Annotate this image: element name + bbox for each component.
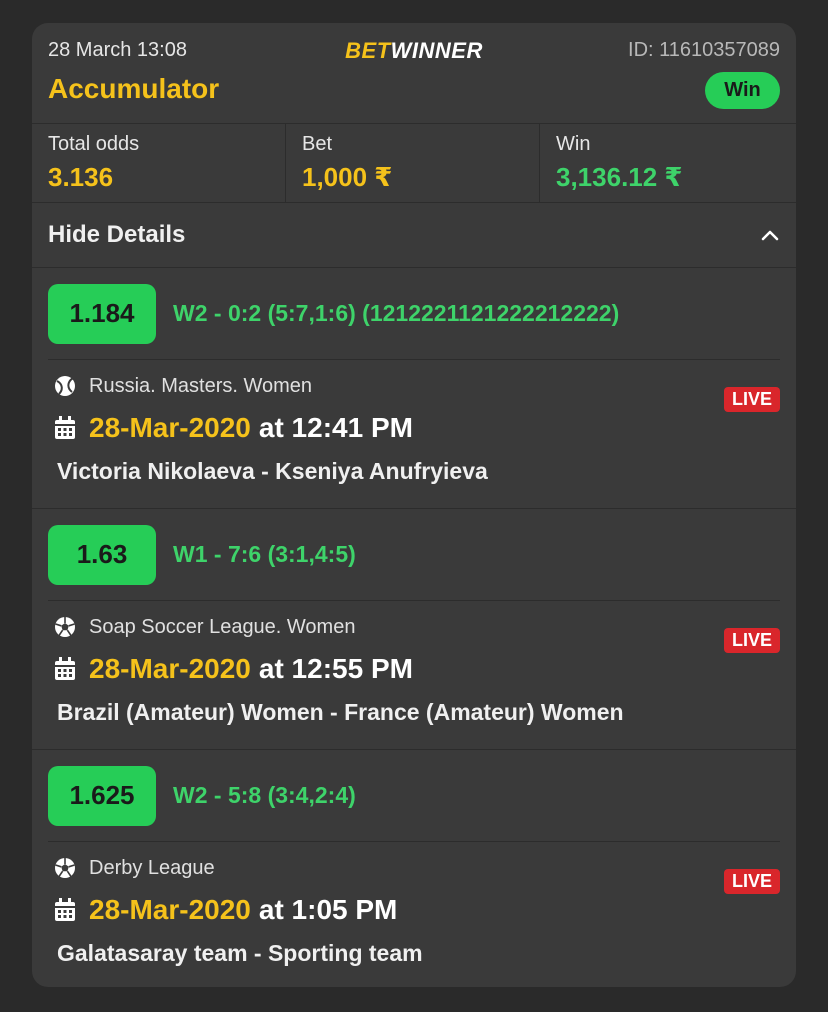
event-date: 28-Mar-2020 [89,894,251,925]
event-time: at 12:55 PM [258,653,413,684]
live-badge: LIVE [723,869,780,894]
event-item: 1.184 W2 - 0:2 (5:7,1:6) (12122211212222… [32,268,796,509]
odds-row: 1.63 W1 - 7:6 (3:1,4:5) [48,509,780,601]
event-item: 1.63 W1 - 7:6 (3:1,4:5) Soap Soccer Leag… [32,509,796,750]
hide-details-label: Hide Details [48,221,186,248]
logo-bet-text: BET [345,38,391,63]
live-badge: LIVE [723,628,780,653]
league-name: Soap Soccer League. Women [89,615,356,638]
live-badge: LIVE [723,387,780,412]
bet-type: Accumulator [48,73,220,104]
league-row: Derby League [54,856,780,880]
league-name: Russia. Masters. Women [89,374,313,397]
teams-text: Brazil (Amateur) Women - France (Amateur… [57,699,624,725]
event-time: at 12:41 PM [258,412,413,443]
calendar-icon [54,657,76,681]
league-row: Russia. Masters. Women [54,374,780,398]
event-info: Soap Soccer League. Women LIVE 28-Mar-20… [48,615,780,726]
bet-header: 28 March 13:08 BETWINNER ID: 11610357089… [32,23,796,123]
logo-winner-text: WINNER [390,38,483,63]
event-date: 28-Mar-2020 [89,653,251,684]
calendar-icon [54,416,76,440]
win-amount-cell: Win 3,136.12 ₹ [540,124,796,202]
odds-badge: 1.63 [48,524,156,585]
teams-text: Victoria Nikolaeva - Kseniya Anufryieva [57,458,488,484]
outcome-text: W2 - 0:2 (5:7,1:6) (1212221121222212222) [173,300,620,326]
calendar-icon [54,898,76,922]
total-odds-cell: Total odds 3.136 [32,124,286,202]
bet-summary: Total odds 3.136 Bet 1,000 ₹ Win 3,136.1… [32,123,796,203]
league-name: Derby League [89,856,215,879]
event-time: at 1:05 PM [258,894,398,925]
chevron-up-icon[interactable] [760,225,780,245]
hide-details-toggle[interactable]: Hide Details [32,203,796,268]
win-amount-label: Win [556,133,591,155]
total-odds-value: 3.136 [48,162,114,192]
event-info: Russia. Masters. Women LIVE 28-Mar-2020 … [48,374,780,485]
event-item: 1.625 W2 - 5:8 (3:4,2:4) Derby League LI… [32,750,796,987]
outcome-text: W2 - 5:8 (3:4,2:4) [173,782,356,808]
win-amount-value: 3,136.12 ₹ [556,162,683,192]
bet-amount-label: Bet [302,133,333,155]
total-odds-label: Total odds [48,133,140,155]
odds-badge: 1.625 [48,765,156,826]
odds-row: 1.184 W2 - 0:2 (5:7,1:6) (12122211212222… [48,268,780,360]
event-time-row: 28-Mar-2020 at 12:41 PM [54,410,780,446]
odds-badge: 1.184 [48,283,156,344]
bet-id: ID: 11610357089 [628,39,780,61]
bet-card: 28 March 13:08 BETWINNER ID: 11610357089… [32,23,796,987]
outcome-text: W1 - 7:6 (3:1,4:5) [173,541,356,567]
teams-text: Galatasaray team - Sporting team [57,940,423,966]
league-row: Soap Soccer League. Women [54,615,780,639]
event-info: Derby League LIVE 28-Mar-2020 at 1:05 PM… [48,856,780,967]
soccer-ball-icon [54,857,76,879]
soccer-ball-icon [54,616,76,638]
bet-amount-cell: Bet 1,000 ₹ [286,124,540,202]
event-date: 28-Mar-2020 [89,412,251,443]
bet-amount-value: 1,000 ₹ [302,162,393,192]
event-time-row: 28-Mar-2020 at 12:55 PM [54,651,780,687]
tennis-ball-icon [54,375,76,397]
status-badge: Win [705,72,780,109]
event-time-row: 28-Mar-2020 at 1:05 PM [54,892,780,928]
odds-row: 1.625 W2 - 5:8 (3:4,2:4) [48,750,780,842]
